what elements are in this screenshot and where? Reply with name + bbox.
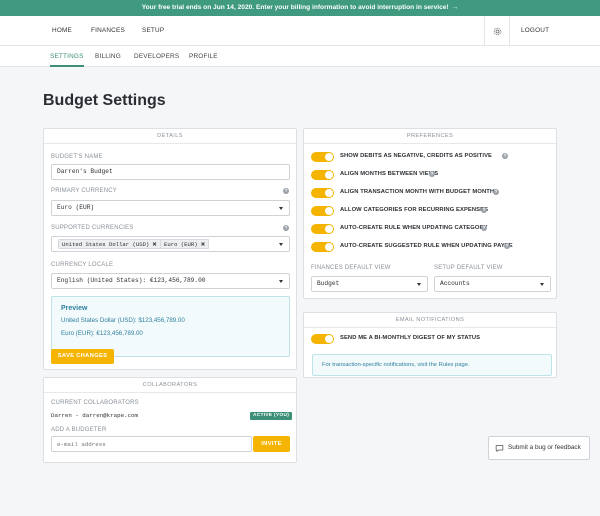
budget-name-label: BUDGET'S NAME [51,154,103,160]
help-icon[interactable]: ? [504,243,510,249]
toggle-auto-rule-payee[interactable] [311,242,334,252]
toggle-label: AUTO-CREATE SUGGESTED RULE WHEN UPDATING… [340,243,513,249]
primary-currency-value: Euro (EUR) [57,204,95,211]
preview-line-usd: United States Dollar (USD): $123,456,789… [61,317,185,324]
toggle-negative-debits[interactable] [311,152,334,162]
toggle-bimonthly-digest[interactable] [311,334,334,344]
finances-default-view-value: Budget [317,280,340,287]
supported-currencies-select[interactable]: United States Dollar (USD) ✖ Euro (EUR) ✖ [51,236,290,252]
collaborator-entry: Darren - darren@krape.com [51,412,138,419]
chevron-down-icon [540,283,544,286]
settings-button[interactable] [484,16,510,46]
nav-setup[interactable]: SETUP [142,16,164,46]
top-nav: HOME FINANCES SETUP LOGOUT [0,16,600,46]
tab-developers[interactable]: DEVELOPERS [134,46,179,67]
email-field[interactable] [51,436,252,452]
help-icon[interactable]: ? [502,153,508,159]
preview-line-eur: Euro (EUR): €123,456,789.00 [61,330,143,337]
email-notifications-header: EMAIL NOTIFICATIONS [304,313,556,328]
toggle-label: ALLOW CATEGORIES FOR RECURRING EXPENSES [340,207,489,213]
setup-default-view-value: Accounts [440,280,470,287]
help-icon[interactable]: ? [481,207,487,213]
toggle-label: ALIGN TRANSACTION MONTH WITH BUDGET MONT… [340,189,495,195]
help-icon[interactable]: ? [493,189,499,195]
currency-locale-select[interactable]: English (United States): €123,456,789.00 [51,273,290,289]
chevron-down-icon [279,243,283,246]
remove-icon[interactable]: ✖ [152,242,157,248]
settings-subnav: SETTINGS BILLING DEVELOPERS PROFILE [0,46,600,67]
toggle-align-months[interactable] [311,170,334,180]
help-icon[interactable]: ? [283,188,289,194]
trial-banner[interactable]: Your free trial ends on Jun 14, 2020. En… [0,0,600,16]
preview-title: Preview [61,305,88,312]
help-icon[interactable]: ? [429,171,435,177]
currency-tag-usd[interactable]: United States Dollar (USD) ✖ [58,239,161,249]
help-icon[interactable]: ? [481,225,487,231]
remove-icon[interactable]: ✖ [201,242,206,248]
currency-locale-value: English (United States): €123,456,789.00 [57,277,206,284]
help-icon[interactable]: ? [283,225,289,231]
chevron-down-icon [417,283,421,286]
toggle-align-transaction-month[interactable] [311,188,334,198]
toggle-label: AUTO-CREATE RULE WHEN UPDATING CATEGORY [340,225,488,231]
logout-link[interactable]: LOGOUT [521,16,549,46]
add-budgeter-label: ADD A BUDGETER [51,427,107,433]
rules-notice[interactable]: For transaction-specific notifications, … [312,354,552,376]
collaborators-header: COLLABORATORS [44,378,296,393]
setup-default-view-label: SETUP DEFAULT VIEW [434,265,503,271]
chevron-down-icon [279,280,283,283]
chevron-down-icon [279,207,283,210]
currency-tag-eur[interactable]: Euro (EUR) ✖ [160,239,210,249]
details-card: DETAILS BUDGET'S NAME Darren's Budget PR… [43,128,297,370]
budget-name-input[interactable]: Darren's Budget [51,164,290,180]
arrow-right-icon: → [451,4,459,11]
details-header: DETAILS [44,129,296,144]
current-collaborators-label: CURRENT COLLABORATORS [51,400,139,406]
nav-finances[interactable]: FINANCES [91,16,125,46]
tab-profile[interactable]: PROFILE [189,46,218,67]
email-notifications-card: EMAIL NOTIFICATIONS SEND ME A BI-MONTHLY… [303,312,557,378]
collaborators-card: COLLABORATORS CURRENT COLLABORATORS Darr… [43,377,297,463]
primary-currency-select[interactable]: Euro (EUR) [51,200,290,216]
setup-default-view-select[interactable]: Accounts [434,276,551,292]
trial-banner-text: Your free trial ends on Jun 14, 2020. En… [141,4,449,11]
invite-button[interactable]: INVITE [253,436,290,452]
chat-bubble-icon [495,445,504,452]
page-title: Budget Settings [43,92,166,109]
gear-icon [493,27,501,35]
save-changes-button[interactable]: SAVE CHANGES [51,349,114,364]
toggle-label: SHOW DEBITS AS NEGATIVE, CREDITS AS POSI… [340,153,493,159]
currency-locale-label: CURRENCY LOCALE [51,262,114,268]
finances-default-view-label: FINANCES DEFAULT VIEW [311,265,391,271]
primary-currency-label: PRIMARY CURRENCY [51,188,117,194]
toggle-auto-rule-category[interactable] [311,224,334,234]
tab-settings[interactable]: SETTINGS [50,46,84,67]
toggle-label: SEND ME A BI-MONTHLY DIGEST OF MY STATUS [340,335,481,341]
preferences-header: PREFERENCES [304,129,556,144]
nav-home[interactable]: HOME [52,16,72,46]
feedback-label: Submit a bug or feedback [508,444,581,451]
toggle-label: ALIGN MONTHS BETWEEN VIEWS [340,171,439,177]
tab-billing[interactable]: BILLING [95,46,121,67]
toggle-recurring-categories[interactable] [311,206,334,216]
submit-feedback-button[interactable]: Submit a bug or feedback [488,436,590,460]
status-badge: ACTIVE (YOU) [250,412,293,420]
currency-preview: Preview United States Dollar (USD): $123… [51,296,290,357]
preferences-card: PREFERENCES SHOW DEBITS AS NEGATIVE, CRE… [303,128,557,299]
finances-default-view-select[interactable]: Budget [311,276,428,292]
supported-currencies-label: SUPPORTED CURRENCIES [51,225,134,231]
